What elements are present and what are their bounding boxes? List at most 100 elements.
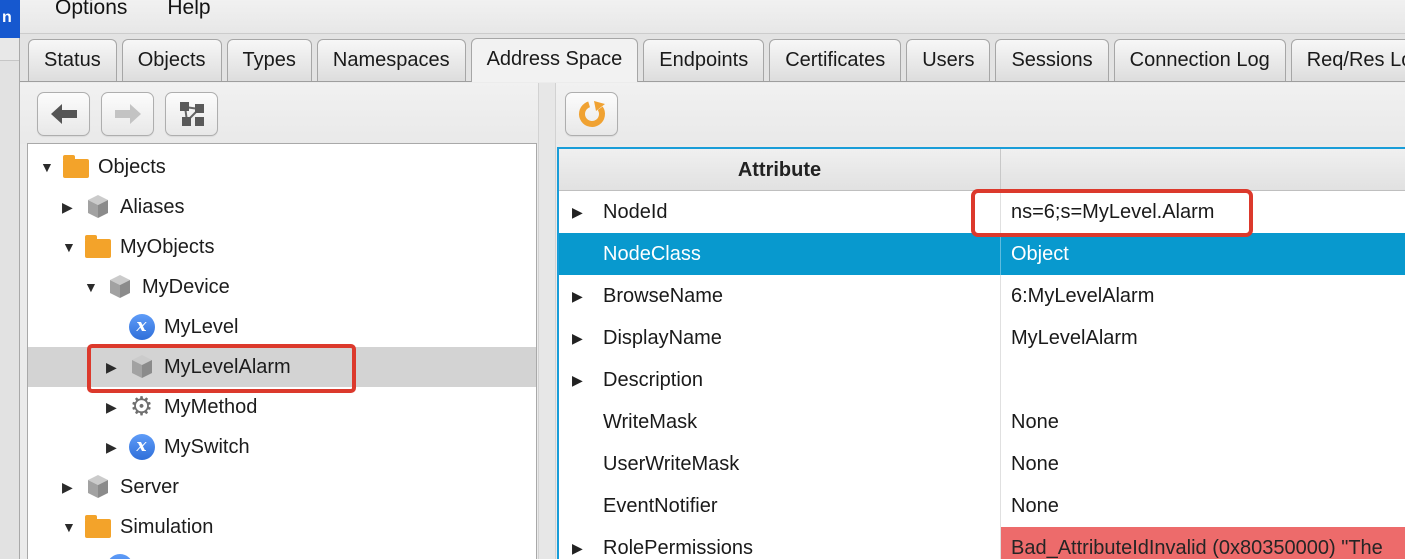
tree-item[interactable]: x ⚙ MyObjects — [28, 227, 536, 267]
tree-item[interactable]: x ⚙ MyLevelAlarm — [28, 347, 536, 387]
tree-expander-icon[interactable] — [62, 519, 84, 535]
attribute-value: None — [1011, 411, 1059, 434]
tree-expander-icon[interactable] — [106, 399, 128, 416]
tab[interactable]: Users — [906, 39, 990, 81]
refresh-icon — [577, 99, 607, 129]
table-row[interactable]: WriteMask None — [559, 401, 1405, 443]
tab[interactable]: Namespaces — [317, 39, 466, 81]
row-expander-icon[interactable] — [572, 330, 603, 347]
attribute-name-cell: DisplayName — [559, 317, 1001, 359]
attribute-value-cell: None — [1001, 401, 1405, 443]
tree-item[interactable]: x ⚙ Aliases — [28, 187, 536, 227]
back-button[interactable] — [37, 92, 90, 136]
attribute-value-cell: None — [1001, 485, 1405, 527]
tree-item-label: Simulation — [120, 516, 213, 539]
tree-item[interactable]: x ⚙ MyMethod — [28, 387, 536, 427]
tab[interactable]: Objects — [122, 39, 222, 81]
value-column-header[interactable] — [1001, 149, 1405, 190]
tree-item[interactable]: x ⚙ — [28, 547, 536, 559]
attribute-name: RolePermissions — [603, 537, 753, 559]
tree-item-label: MySwitch — [164, 436, 250, 459]
tab[interactable]: Endpoints — [643, 39, 764, 81]
attribute-value-cell: Object — [1001, 233, 1405, 275]
attribute-name: Description — [603, 369, 703, 392]
attribute-name-cell: UserWriteMask — [559, 443, 1001, 485]
tree-item-label: MyDevice — [142, 276, 230, 299]
tree-item[interactable]: x ⚙ MyDevice — [28, 267, 536, 307]
attribute-column-header[interactable]: Attribute — [559, 149, 1001, 190]
tab[interactable]: Connection Log — [1114, 39, 1286, 81]
tab-label: Namespaces — [333, 49, 450, 71]
background-app-icon: n — [0, 0, 20, 38]
attribute-value-cell: ns=6;s=MyLevel.Alarm — [1001, 191, 1405, 233]
tree-expander-icon[interactable] — [62, 239, 84, 255]
tree-item[interactable]: x ⚙ Objects — [28, 147, 536, 187]
refresh-button[interactable] — [565, 92, 618, 136]
tab[interactable]: Types — [227, 39, 312, 81]
table-row[interactable]: UserWriteMask None — [559, 443, 1405, 485]
row-expander-icon[interactable] — [572, 540, 603, 557]
forward-button[interactable] — [101, 92, 154, 136]
attribute-name-cell: BrowseName — [559, 275, 1001, 317]
tree-item[interactable]: x ⚙ MyLevel — [28, 307, 536, 347]
tree-expander-icon[interactable] — [40, 159, 62, 175]
table-row[interactable]: Description — [559, 359, 1405, 401]
variable-tag-icon: x — [128, 314, 155, 340]
tree-expander-icon[interactable] — [62, 199, 84, 216]
attribute-name: DisplayName — [603, 327, 722, 350]
tree-item[interactable]: x ⚙ Simulation — [28, 507, 536, 547]
tree-item[interactable]: x ⚙ Server — [28, 467, 536, 507]
menu-help[interactable]: Help — [167, 0, 210, 21]
table-row[interactable]: RolePermissions Bad_AttributeIdInvalid (… — [559, 527, 1405, 559]
tree-item-label: Server — [120, 476, 179, 499]
table-row[interactable]: BrowseName 6:MyLevelAlarm — [559, 275, 1405, 317]
attribute-value: None — [1011, 495, 1059, 518]
object-cube-icon — [106, 274, 133, 300]
table-row[interactable]: NodeId ns=6;s=MyLevel.Alarm — [559, 191, 1405, 233]
attribute-name-cell: WriteMask — [559, 401, 1001, 443]
tree-item[interactable]: x ⚙ MySwitch — [28, 427, 536, 467]
tab[interactable]: Address Space — [471, 38, 639, 82]
attribute-value: Bad_AttributeIdInvalid (0x80350000) "The — [1011, 537, 1383, 559]
attribute-name: NodeId — [603, 201, 668, 224]
attributes-panel: Attribute NodeId ns=6;s=MyLevel.Alarm — [556, 83, 1405, 559]
row-expander-icon[interactable] — [572, 204, 603, 221]
attribute-name-cell: EventNotifier — [559, 485, 1001, 527]
row-expander-icon[interactable] — [572, 372, 603, 389]
tab-label: Sessions — [1011, 49, 1092, 71]
tree-expander-icon[interactable] — [106, 439, 128, 456]
table-row[interactable]: NodeClass Object — [559, 233, 1405, 275]
attribute-name: WriteMask — [603, 411, 697, 434]
tree-item-label: MyMethod — [164, 396, 257, 419]
folder-icon — [84, 234, 111, 260]
address-space-view: x ⚙ Objects — [20, 83, 1405, 559]
row-expander-icon[interactable] — [572, 288, 603, 305]
tree-item-label: MyObjects — [120, 236, 214, 259]
tab[interactable]: Sessions — [995, 39, 1108, 81]
back-arrow-icon — [51, 104, 77, 124]
tab-label: Status — [44, 49, 101, 71]
tab[interactable]: Req/Res Log — [1291, 39, 1405, 81]
tab[interactable]: Status — [28, 39, 117, 81]
attribute-name-cell: NodeClass — [559, 233, 1001, 275]
table-row[interactable]: DisplayName MyLevelAlarm — [559, 317, 1405, 359]
tab-label: Req/Res Log — [1307, 49, 1405, 71]
menu-options[interactable]: Options — [55, 0, 127, 21]
references-graph-button[interactable] — [165, 92, 218, 136]
variable-tag-icon: x — [128, 434, 155, 460]
tree-expander-icon[interactable] — [84, 279, 106, 295]
object-cube-icon — [84, 474, 111, 500]
method-gear-icon: ⚙ — [128, 394, 155, 420]
tab[interactable]: Certificates — [769, 39, 901, 81]
attribute-name-cell: RolePermissions — [559, 527, 1001, 559]
menu-bar: Options Help — [20, 0, 1405, 34]
tree-expander-icon[interactable] — [106, 359, 128, 376]
tab-label: Connection Log — [1130, 49, 1270, 71]
attribute-value-cell: MyLevelAlarm — [1001, 317, 1405, 359]
tree-expander-icon[interactable] — [62, 479, 84, 496]
tree-item-label: MyLevel — [164, 316, 238, 339]
panel-splitter[interactable] — [538, 83, 556, 559]
table-row[interactable]: EventNotifier None — [559, 485, 1405, 527]
attribute-value: 6:MyLevelAlarm — [1011, 285, 1154, 308]
background-app-letter: n — [2, 9, 12, 26]
